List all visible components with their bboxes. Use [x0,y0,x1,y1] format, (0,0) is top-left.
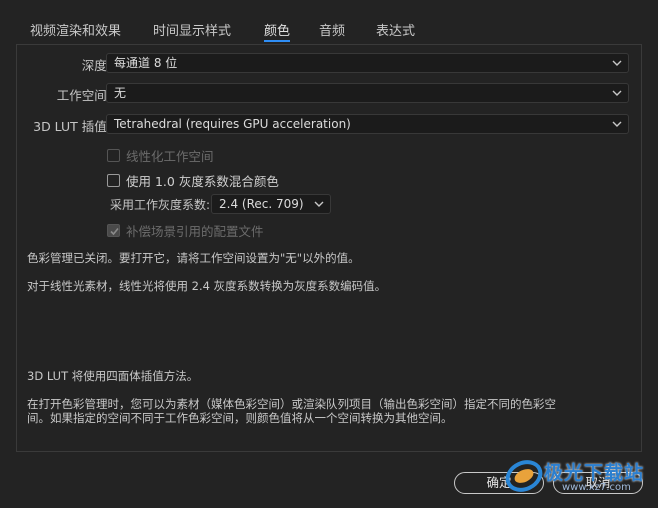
info-color-management-off: 色彩管理已关闭。要打开它，请将工作空间设置为"无"以外的值。 [27,251,360,265]
checkmark-icon [110,227,119,236]
tab-color[interactable]: 颜色 [264,20,291,42]
tab-expressions[interactable]: 表达式 [376,20,415,39]
chevron-down-icon [314,201,324,207]
blend-gamma-option[interactable]: 使用 1.0 灰度系数混合颜色 [107,171,279,190]
tab-audio[interactable]: 音频 [319,20,345,39]
tab-video-render[interactable]: 视频渲染和效果 [30,20,121,39]
info-linear-light: 对于线性光素材，线性光将使用 2.4 灰度系数转换为灰度系数编码值。 [27,279,387,293]
watermark-logo: 极光下载站 www.xz7.com [500,452,656,506]
tab-bar: 视频渲染和效果 时间显示样式 颜色 音频 表达式 [0,0,658,44]
watermark-swirl-icon [505,460,543,492]
depth-select[interactable]: 每通道 8 位 [106,53,629,73]
linearize-label: 线性化工作空间 [126,149,214,164]
settings-panel: 深度: 每通道 8 位 工作空间: 无 3D LUT 插值: Tetrahedr… [16,44,642,452]
work-gamma-select-value: 2.4 (Rec. 709) [219,197,304,211]
workspace-label: 工作空间: [56,88,111,103]
lut-interp-select-value: Tetrahedral (requires GPU acceleration) [114,117,351,131]
info-lut-method: 3D LUT 将使用四面体插值方法。 [27,369,199,383]
blend-gamma-label[interactable]: 使用 1.0 灰度系数混合颜色 [126,171,279,190]
workspace-select-value: 无 [114,86,127,100]
compensate-checkbox [107,224,120,237]
chevron-down-icon [612,60,622,66]
work-gamma-select[interactable]: 2.4 (Rec. 709) [211,194,331,214]
chevron-down-icon [612,90,622,96]
watermark-title: 极光下载站 [544,462,645,484]
linearize-checkbox [107,149,120,162]
lut-interp-select[interactable]: Tetrahedral (requires GPU acceleration) [106,114,629,134]
compensate-option: 补偿场景引用的配置文件 [107,221,264,240]
watermark-url: www.xz7.com [562,482,631,493]
depth-select-value: 每通道 8 位 [114,56,178,70]
workspace-select[interactable]: 无 [106,83,629,103]
info-color-spaces: 在打开色彩管理时，您可以为素材（媒体色彩空间）或渲染队列项目（输出色彩空间）指定… [27,397,556,425]
lut-interp-label: 3D LUT 插值: [33,119,111,134]
compensate-label: 补偿场景引用的配置文件 [126,224,264,239]
linearize-option: 线性化工作空间 [107,146,214,165]
chevron-down-icon [612,121,622,127]
blend-gamma-checkbox[interactable] [107,174,120,187]
work-gamma-label: 采用工作灰度系数: [110,198,211,212]
tab-time-display[interactable]: 时间显示样式 [153,20,231,39]
